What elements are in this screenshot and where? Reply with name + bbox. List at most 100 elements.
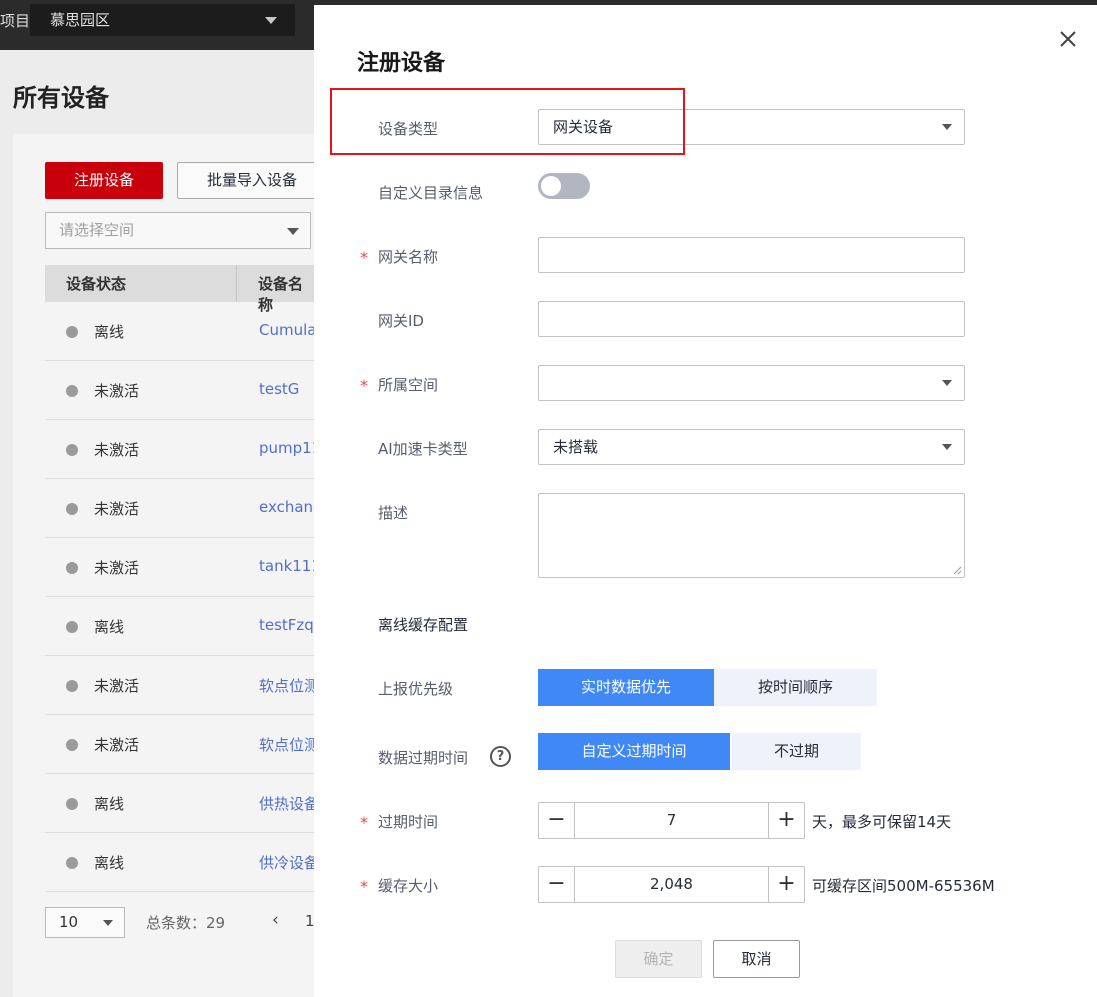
device-name-link[interactable]: testFzq xyxy=(259,616,314,634)
device-status: 离线 xyxy=(94,323,125,341)
page-size-value: 10 xyxy=(59,913,79,931)
status-dot-icon xyxy=(66,798,78,810)
device-status: 未激活 xyxy=(94,500,140,518)
status-dot-icon xyxy=(66,326,78,338)
chevron-down-icon xyxy=(942,380,952,386)
table-row: 离线 供冷设备 xyxy=(45,833,319,892)
gateway-id-label: 网关ID xyxy=(378,312,424,330)
report-priority-label: 上报优先级 xyxy=(378,680,454,698)
gateway-name-label: 网关名称 xyxy=(378,248,439,266)
status-dot-icon xyxy=(66,444,78,456)
device-status: 未激活 xyxy=(94,677,140,695)
plus-icon[interactable]: + xyxy=(768,867,804,902)
expiry-time-input[interactable]: 7 xyxy=(575,803,768,838)
page-title: 所有设备 xyxy=(13,84,109,112)
priority-chronological-option[interactable]: 按时间顺序 xyxy=(714,669,877,706)
space-filter-select[interactable]: 请选择空间 xyxy=(45,212,311,249)
space-label: 所属空间 xyxy=(378,376,439,394)
device-status: 离线 xyxy=(94,618,125,636)
table-row: 未激活 testG xyxy=(45,361,315,420)
device-status: 未激活 xyxy=(94,382,140,400)
minus-icon[interactable]: − xyxy=(539,803,575,838)
drawer-title: 注册设备 xyxy=(357,51,446,76)
project-label: 项目 xyxy=(0,12,31,30)
page-size-select[interactable]: 10 xyxy=(45,907,125,938)
device-name-link[interactable]: 供热设备 xyxy=(259,793,319,814)
device-name-link[interactable]: 供冷设备 xyxy=(259,852,319,873)
device-status: 未激活 xyxy=(94,736,140,754)
project-select[interactable]: 慕思园区 xyxy=(30,4,295,36)
status-dot-icon xyxy=(66,562,78,574)
gateway-name-input[interactable] xyxy=(538,237,965,273)
device-type-label: 设备类型 xyxy=(378,120,439,138)
device-type-value: 网关设备 xyxy=(553,118,614,136)
table-header: 设备状态 设备名称 xyxy=(45,265,315,314)
device-name-link[interactable]: Cumula xyxy=(259,321,316,339)
chevron-down-icon xyxy=(103,920,113,926)
cache-size-hint: 可缓存区间500M-65536M xyxy=(812,877,995,895)
total-count: 总条数：29 xyxy=(146,914,226,932)
register-device-button[interactable]: 注册设备 xyxy=(45,162,163,199)
project-value: 慕思园区 xyxy=(50,11,111,29)
cancel-button[interactable]: 取消 xyxy=(713,940,800,978)
data-expiry-label: 数据过期时间 xyxy=(378,749,469,767)
help-icon[interactable]: ? xyxy=(490,746,511,767)
description-label: 描述 xyxy=(378,504,409,522)
device-status: 未激活 xyxy=(94,559,140,577)
table-row: 离线 供热设备 xyxy=(45,774,319,833)
chevron-down-icon xyxy=(265,17,277,24)
expiry-time-label: 过期时间 xyxy=(378,813,439,831)
table-row: 离线 Cumula xyxy=(45,302,316,361)
table-row: 未激活 tank111 xyxy=(45,538,321,597)
chevron-down-icon xyxy=(942,124,952,130)
space-filter-placeholder: 请选择空间 xyxy=(59,221,135,239)
required-mark: * xyxy=(360,248,368,267)
table-row: 未激活 exchang xyxy=(45,479,323,538)
custom-catalog-toggle[interactable] xyxy=(538,173,590,199)
close-icon[interactable] xyxy=(1054,25,1082,53)
toggle-knob xyxy=(541,176,561,196)
gateway-id-input[interactable] xyxy=(538,301,965,337)
device-name-link[interactable]: testG xyxy=(259,380,299,398)
offline-cache-section-title: 离线缓存配置 xyxy=(378,616,469,634)
device-name-link[interactable]: 软点位测 xyxy=(259,675,319,696)
confirm-button[interactable]: 确定 xyxy=(615,940,702,978)
plus-icon[interactable]: + xyxy=(768,803,804,838)
ai-card-label: AI加速卡类型 xyxy=(378,440,468,458)
description-textarea[interactable] xyxy=(538,493,965,578)
table-row: 未激活 软点位测 xyxy=(45,656,319,715)
expiry-time-hint: 天，最多可保留14天 xyxy=(812,813,952,831)
chevron-down-icon xyxy=(942,444,952,450)
ai-card-select[interactable]: 未搭载 xyxy=(538,429,965,465)
expiry-custom-option[interactable]: 自定义过期时间 xyxy=(538,733,730,770)
status-dot-icon xyxy=(66,739,78,751)
batch-import-button[interactable]: 批量导入设备 xyxy=(177,162,327,199)
status-dot-icon xyxy=(66,857,78,869)
device-status: 离线 xyxy=(94,854,125,872)
column-divider[interactable] xyxy=(236,265,237,302)
priority-realtime-option[interactable]: 实时数据优先 xyxy=(538,669,714,706)
table-row: 未激活 软点位测 xyxy=(45,715,319,774)
device-name-link[interactable]: tank111 xyxy=(259,557,321,575)
cache-size-stepper: − 2,048 + xyxy=(538,866,805,903)
status-dot-icon xyxy=(66,385,78,397)
required-mark: * xyxy=(360,813,368,832)
prev-page-icon[interactable]: ‹ xyxy=(272,910,279,930)
cache-size-label: 缓存大小 xyxy=(378,877,439,895)
expiry-time-stepper: − 7 + xyxy=(538,802,805,839)
chevron-down-icon xyxy=(287,228,299,235)
expiry-never-option[interactable]: 不过期 xyxy=(732,733,861,770)
device-status: 离线 xyxy=(94,795,125,813)
device-table-body: 离线 Cumula 未激活 testG 未激活 pump11 未激活 exchang 未… xyxy=(45,302,323,892)
required-mark: * xyxy=(360,877,368,896)
minus-icon[interactable]: − xyxy=(539,867,575,902)
device-status: 未激活 xyxy=(94,441,140,459)
space-select[interactable] xyxy=(538,365,965,401)
register-device-drawer: 注册设备 设备类型 网关设备 自定义目录信息 * 网关名称 网关ID * 所属空… xyxy=(314,5,1097,997)
resize-grip-icon[interactable] xyxy=(952,565,962,575)
status-dot-icon xyxy=(66,503,78,515)
device-type-select[interactable]: 网关设备 xyxy=(538,109,965,145)
device-name-link[interactable]: pump11 xyxy=(259,439,321,457)
cache-size-input[interactable]: 2,048 xyxy=(575,867,768,902)
device-name-link[interactable]: 软点位测 xyxy=(259,734,319,755)
